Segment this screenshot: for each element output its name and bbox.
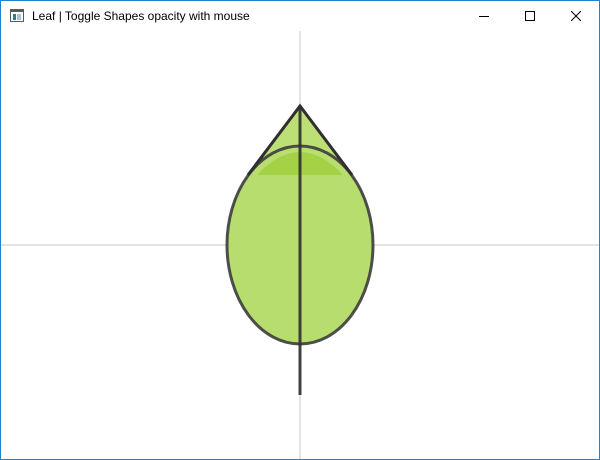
- title-bar[interactable]: Leaf | Toggle Shapes opacity with mouse: [1, 1, 599, 31]
- drawing-canvas[interactable]: [1, 31, 599, 459]
- close-button[interactable]: [553, 1, 599, 31]
- app-window: Leaf | Toggle Shapes opacity with mouse: [0, 0, 600, 460]
- maximize-icon: [525, 11, 535, 21]
- maximize-button[interactable]: [507, 1, 553, 31]
- app-window-icon: [10, 9, 24, 22]
- window-title: Leaf | Toggle Shapes opacity with mouse: [32, 9, 250, 23]
- minimize-button[interactable]: [461, 1, 507, 31]
- close-icon: [571, 11, 581, 21]
- minimize-icon: [479, 16, 489, 17]
